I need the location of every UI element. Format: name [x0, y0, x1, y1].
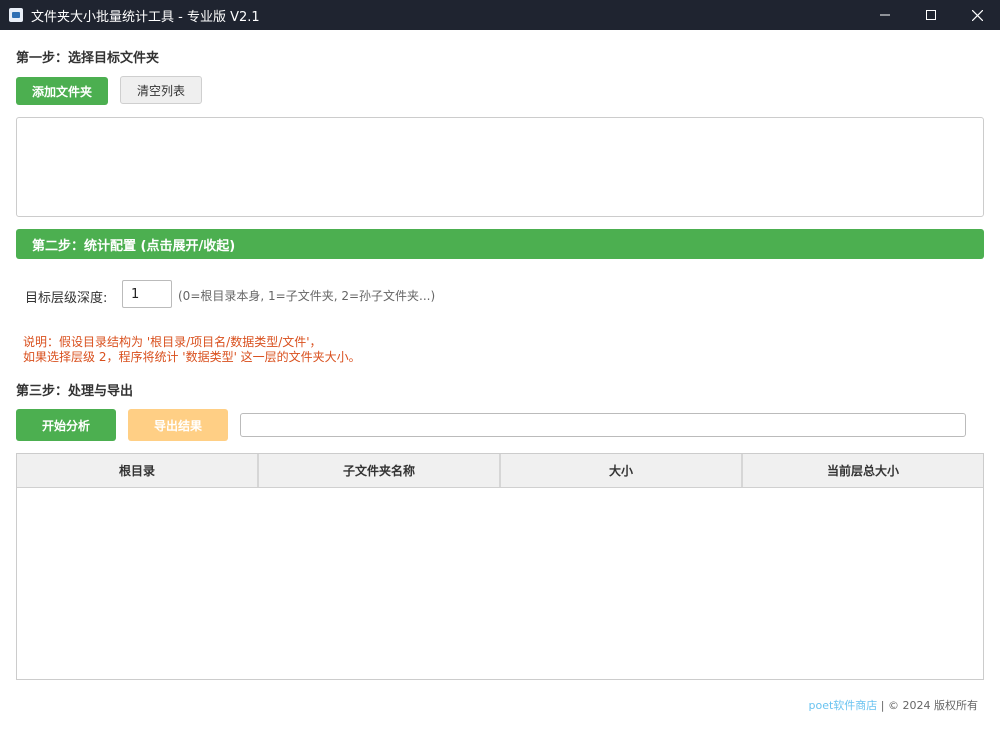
depth-label: 目标层级深度:	[25, 291, 108, 306]
title-bar: 文件夹大小批量统计工具 - 专业版 V2.1	[0, 0, 1000, 30]
footer: poet软件商店 | © 2024 版权所有	[808, 697, 978, 713]
depth-input[interactable]: 1	[122, 280, 172, 308]
start-analysis-button[interactable]: 开始分析	[16, 409, 116, 441]
output-path-input[interactable]	[240, 413, 966, 437]
depth-hint: (0=根目录本身, 1=子文件夹, 2=孙子文件夹...)	[178, 289, 436, 303]
maximize-icon[interactable]	[908, 0, 954, 30]
close-icon[interactable]	[954, 0, 1000, 30]
add-folder-button[interactable]: 添加文件夹	[16, 77, 108, 105]
app-folder-icon	[9, 8, 23, 22]
store-link[interactable]: poet软件商店	[808, 699, 877, 712]
folder-list[interactable]	[16, 117, 984, 217]
config-section-toggle[interactable]: 第二步：统计配置 (点击展开/收起)	[16, 229, 984, 259]
results-table[interactable]: 根目录 子文件夹名称 大小 当前层总大小	[16, 453, 984, 680]
export-results-button[interactable]: 导出结果	[128, 409, 228, 441]
footer-separator: |	[880, 699, 885, 712]
column-header-subfolder[interactable]: 子文件夹名称	[259, 454, 501, 487]
window-controls	[862, 0, 1000, 30]
clear-list-button[interactable]: 清空列表	[120, 76, 202, 104]
step1-title: 第一步：选择目标文件夹	[16, 51, 160, 66]
table-header: 根目录 子文件夹名称 大小 当前层总大小	[17, 454, 983, 488]
minimize-icon[interactable]	[862, 0, 908, 30]
copyright-text: © 2024 版权所有	[888, 699, 978, 712]
window-title: 文件夹大小批量统计工具 - 专业版 V2.1	[31, 9, 260, 25]
column-header-root[interactable]: 根目录	[17, 454, 259, 487]
column-header-size[interactable]: 大小	[501, 454, 743, 487]
step3-title: 第三步：处理与导出	[16, 384, 134, 399]
note-line-2: 如果选择层级 2，程序将统计 '数据类型' 这一层的文件夹大小。	[23, 350, 361, 364]
column-header-level-total[interactable]: 当前层总大小	[743, 454, 983, 487]
